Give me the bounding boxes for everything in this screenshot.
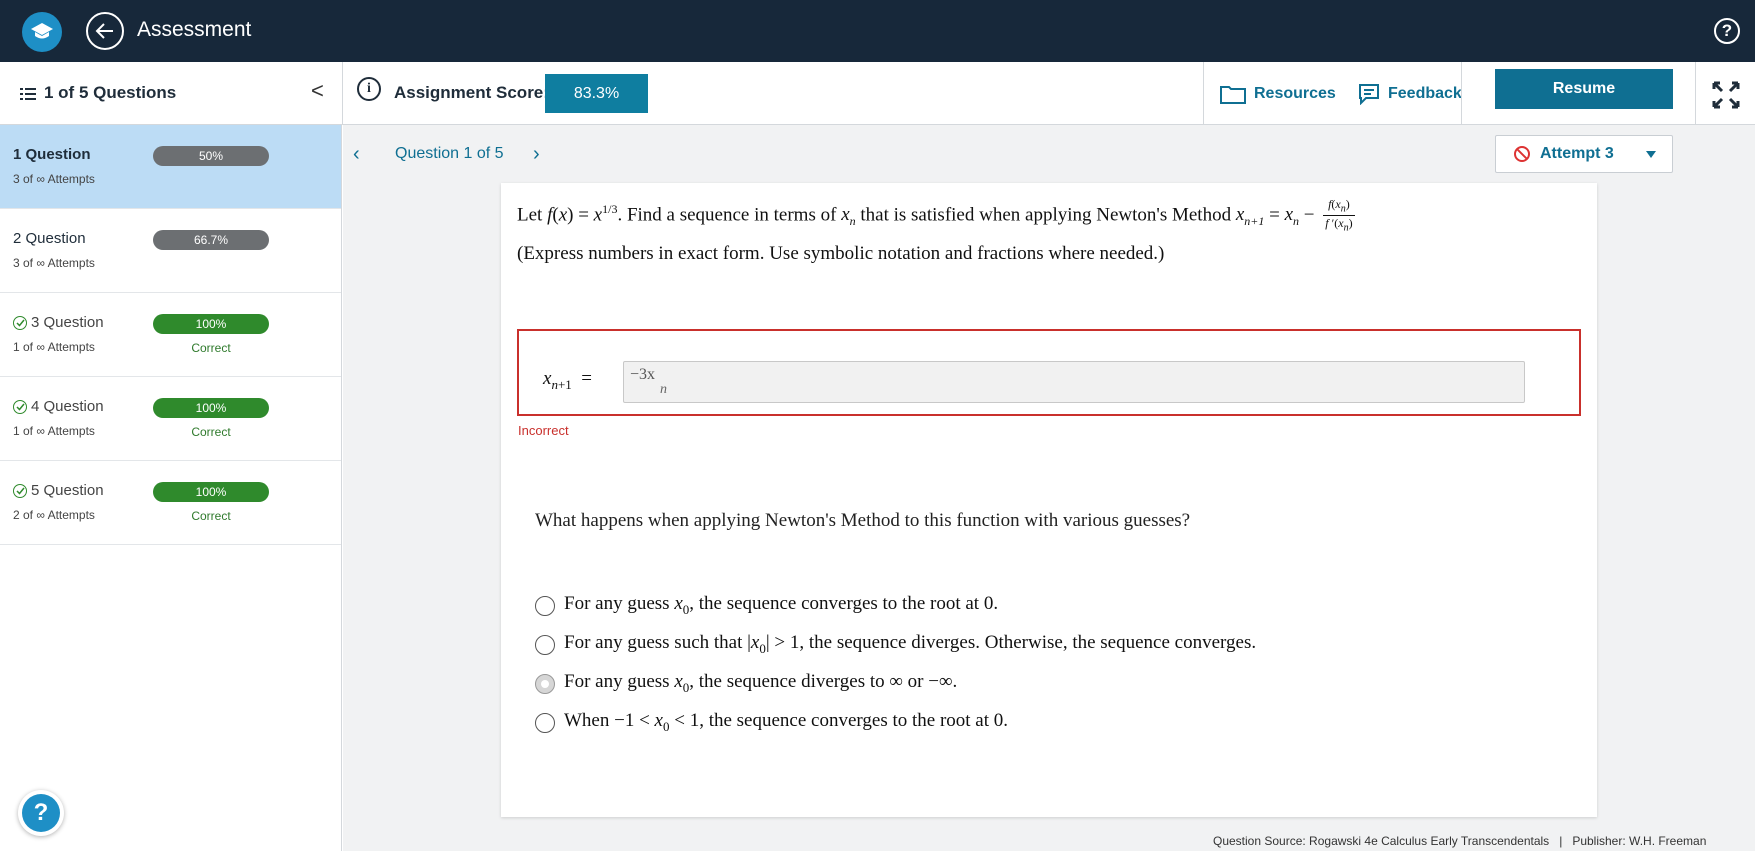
question-list-toggle[interactable]: 1 of 5 Questions	[20, 83, 176, 103]
score-bar: 100%	[153, 482, 269, 502]
question-count-label: 1 of 5 Questions	[44, 83, 177, 102]
score-bar: 100%	[153, 398, 269, 418]
app-title: Assessment	[137, 18, 252, 41]
answer-subscript: n	[660, 382, 667, 397]
attempts-label: 3 of ∞ Attempts	[13, 172, 95, 186]
sidebar-item-question-5[interactable]: 5 Question 2 of ∞ Attempts 100% Correct	[0, 461, 341, 545]
correct-label: Correct	[191, 425, 231, 439]
attempts-label: 2 of ∞ Attempts	[13, 508, 95, 522]
option-label: For any guess x0, the sequence converges…	[564, 593, 999, 617]
attempts-label: 3 of ∞ Attempts	[13, 256, 95, 270]
question-name-label: 3 Question	[31, 314, 104, 331]
help-icon: ?	[22, 794, 60, 832]
answer-label: xn+1 =	[543, 368, 592, 392]
correct-label: Correct	[191, 341, 231, 355]
source-label: Question Source: Rogawski 4e Calculus Ea…	[1213, 834, 1550, 848]
attempt-dropdown[interactable]: Attempt 3	[1495, 135, 1673, 173]
attempts-label: 1 of ∞ Attempts	[13, 424, 95, 438]
attempt-label: Attempt 3	[1540, 145, 1614, 162]
answer-input[interactable]: −3x n	[623, 361, 1525, 403]
radio-button[interactable]	[535, 634, 555, 655]
option-4[interactable]: When −1 < x0 < 1, the sequence converges…	[535, 703, 1256, 742]
sidebar-item-question-3[interactable]: 3 Question 1 of ∞ Attempts 100% Correct	[0, 293, 341, 377]
prompt-note: (Express numbers in exact form. Use symb…	[517, 243, 1165, 264]
check-circle-icon	[13, 315, 27, 330]
sub-header: 1 of 5 Questions < i Assignment Score: 8…	[0, 62, 1755, 125]
resources-label: Resources	[1254, 84, 1336, 102]
radio-button[interactable]	[535, 595, 555, 616]
back-arrow-icon[interactable]	[86, 12, 124, 50]
assignment-score-value: 83.3%	[545, 74, 648, 113]
question-name: 2 Question	[13, 230, 86, 247]
question-name-label: 4 Question	[31, 398, 104, 415]
prompt-text: Let	[517, 204, 543, 226]
question-name: 4 Question	[13, 398, 104, 415]
prompt-text: . Find a sequence in terms of	[617, 204, 837, 226]
graduation-cap-icon[interactable]	[22, 12, 62, 52]
divider	[1695, 62, 1696, 125]
resume-button[interactable]: Resume	[1495, 69, 1673, 109]
option-label: When −1 < x0 < 1, the sequence converges…	[564, 710, 1009, 734]
option-label: For any guess x0, the sequence diverges …	[564, 671, 958, 695]
folder-icon	[1220, 85, 1246, 104]
option-1[interactable]: For any guess x0, the sequence converges…	[535, 586, 1256, 625]
radio-button[interactable]	[535, 712, 555, 733]
help-button[interactable]: ?	[18, 790, 64, 836]
option-3[interactable]: For any guess x0, the sequence diverges …	[535, 664, 1256, 703]
footer-separator: |	[1559, 834, 1563, 848]
comment-icon	[1359, 83, 1379, 105]
divider	[342, 62, 343, 125]
score-bar: 66.7%	[153, 230, 269, 250]
answer-value: −3x	[630, 366, 656, 383]
info-icon[interactable]: i	[357, 77, 381, 101]
question-source-footer: Question Source: Rogawski 4e Calculus Ea…	[1213, 834, 1706, 848]
option-label: For any guess such that |x0| > 1, the se…	[564, 632, 1257, 656]
feedback-label: Feedback	[1388, 84, 1462, 102]
sidebar-item-question-2[interactable]: 2 Question 3 of ∞ Attempts 66.7%	[0, 209, 341, 293]
newton-fraction: f(xn) f ′(xn)	[1323, 197, 1355, 234]
score-bar: 50%	[153, 146, 269, 166]
publisher-label: Publisher: W.H. Freeman	[1572, 834, 1707, 848]
top-bar: Assessment ?	[0, 0, 1755, 62]
divider	[1461, 62, 1462, 125]
question-prompt: Let f(x) = x1/3. Find a sequence in term…	[517, 197, 1355, 234]
help-icon[interactable]: ?	[1714, 18, 1740, 44]
question-card: Let f(x) = x1/3. Find a sequence in term…	[501, 183, 1597, 817]
correct-label: Correct	[191, 509, 231, 523]
collapse-sidebar-button[interactable]: <	[311, 78, 324, 104]
main-content: ‹ Question 1 of 5 › Attempt 3 Let f(x) =…	[343, 125, 1755, 851]
question-name: 1 Question	[13, 146, 91, 163]
question-nav-label: Question 1 of 5	[395, 145, 504, 162]
question-name: 3 Question	[13, 314, 104, 331]
previous-question-button[interactable]: ‹	[353, 143, 360, 166]
attempts-label: 1 of ∞ Attempts	[13, 340, 95, 354]
caret-down-icon	[1646, 151, 1656, 158]
prohibited-icon	[1514, 146, 1530, 162]
list-icon	[20, 86, 36, 100]
prompt-text: that is satisfied when applying Newton's…	[860, 204, 1232, 226]
answer-options: For any guess x0, the sequence converges…	[535, 586, 1256, 742]
check-circle-icon	[13, 483, 27, 498]
question-name: 5 Question	[13, 482, 104, 499]
option-2[interactable]: For any guess such that |x0| > 1, the se…	[535, 625, 1256, 664]
incorrect-status: Incorrect	[518, 423, 569, 438]
second-question: What happens when applying Newton's Meth…	[535, 510, 1191, 531]
sidebar-item-question-4[interactable]: 4 Question 1 of ∞ Attempts 100% Correct	[0, 377, 341, 461]
radio-button-selected[interactable]	[535, 673, 555, 694]
check-circle-icon	[13, 399, 27, 414]
feedback-button[interactable]: Feedback	[1342, 62, 1462, 125]
question-name-label: 5 Question	[31, 482, 104, 499]
fullscreen-icon[interactable]	[1712, 81, 1740, 109]
score-bar: 100%	[153, 314, 269, 334]
next-question-button[interactable]: ›	[533, 143, 540, 166]
sidebar-item-question-1[interactable]: 1 Question 3 of ∞ Attempts 50%	[0, 125, 341, 209]
assignment-score-label: Assignment Score:	[394, 83, 549, 102]
question-sidebar: 1 Question 3 of ∞ Attempts 50% 2 Questio…	[0, 125, 342, 851]
answer-container: xn+1 = −3x n	[517, 329, 1581, 416]
